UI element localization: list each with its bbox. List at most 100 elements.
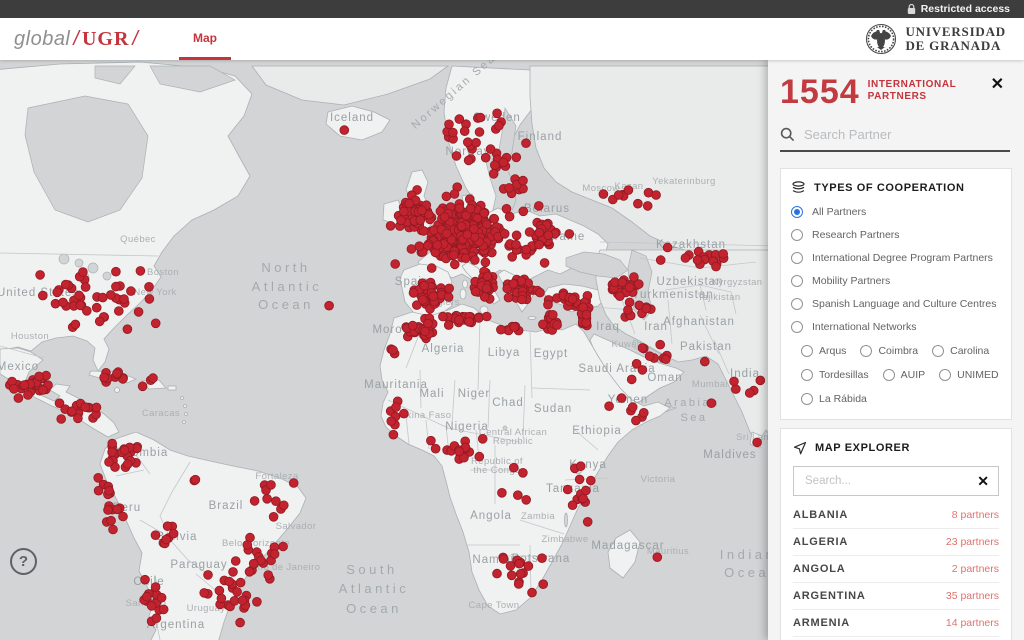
partner-dot[interactable] <box>481 153 490 162</box>
partner-dot[interactable] <box>582 318 591 327</box>
partner-dot[interactable] <box>442 229 451 238</box>
partner-dot[interactable] <box>498 488 507 497</box>
partner-dot[interactable] <box>112 282 121 291</box>
partner-dot[interactable] <box>113 505 122 514</box>
partner-dot[interactable] <box>233 588 242 597</box>
partner-dot[interactable] <box>104 506 113 515</box>
tab-map[interactable]: Map <box>179 18 231 60</box>
partner-dot[interactable] <box>204 571 213 580</box>
partner-dot[interactable] <box>516 569 525 578</box>
partner-search[interactable] <box>780 126 1010 152</box>
partner-dot[interactable] <box>236 578 245 587</box>
partner-dot[interactable] <box>141 575 150 584</box>
partner-dot[interactable] <box>215 586 224 595</box>
country-row-armenia[interactable]: ARMENIA14 partners <box>793 610 999 637</box>
university-logo[interactable]: UNIVERSIDAD DE GRANADA <box>865 23 1006 55</box>
global-ugr-logo[interactable]: global / UGR / <box>14 28 141 51</box>
partner-dot[interactable] <box>231 557 240 566</box>
partner-dot[interactable] <box>444 293 453 302</box>
radio-option-unimed[interactable]: UNIMED <box>939 369 998 381</box>
partner-dot[interactable] <box>634 199 643 208</box>
partner-dot[interactable] <box>427 264 436 273</box>
partner-dot[interactable] <box>539 320 548 329</box>
partner-dot[interactable] <box>200 589 209 598</box>
partner-dot[interactable] <box>440 213 449 222</box>
partner-dot[interactable] <box>515 559 524 568</box>
partner-dot[interactable] <box>628 403 637 412</box>
partner-dot[interactable] <box>113 369 122 378</box>
partner-dot[interactable] <box>169 529 178 538</box>
partner-dot[interactable] <box>20 381 29 390</box>
partner-dot[interactable] <box>512 240 521 249</box>
partner-dot[interactable] <box>599 190 608 199</box>
radio-option-spanish-language-and-culture-centres[interactable]: Spanish Language and Culture Centres <box>791 298 1001 310</box>
radio-icon[interactable] <box>801 369 813 381</box>
partner-dot[interactable] <box>514 580 523 589</box>
partner-dot[interactable] <box>98 293 107 302</box>
partner-dot[interactable] <box>614 191 623 200</box>
country-row-angola[interactable]: ANGOLA2 partners <box>793 556 999 583</box>
partner-dot[interactable] <box>464 156 473 165</box>
partner-dot[interactable] <box>486 145 495 154</box>
partner-dot[interactable] <box>540 259 549 268</box>
partner-dot[interactable] <box>420 281 429 290</box>
partner-dot[interactable] <box>475 452 484 461</box>
partner-dot[interactable] <box>386 221 395 230</box>
partner-dot[interactable] <box>476 113 485 122</box>
partner-dot[interactable] <box>152 614 161 623</box>
partner-dot[interactable] <box>536 288 545 297</box>
partner-dot[interactable] <box>693 256 702 265</box>
partner-dot[interactable] <box>460 127 469 136</box>
partner-dot[interactable] <box>575 475 584 484</box>
partner-dot[interactable] <box>495 121 504 130</box>
partner-dot[interactable] <box>510 323 519 332</box>
partner-dot[interactable] <box>471 287 480 296</box>
partner-dot[interactable] <box>61 280 70 289</box>
partner-dot[interactable] <box>565 230 574 239</box>
radio-option-mobility-partners[interactable]: Mobility Partners <box>791 275 1001 287</box>
partner-dot[interactable] <box>645 352 654 361</box>
partner-dot[interactable] <box>480 209 489 218</box>
partner-dot[interactable] <box>119 512 128 521</box>
radio-option-arqus[interactable]: Arqus <box>801 345 846 357</box>
partner-dot[interactable] <box>656 256 665 265</box>
partner-dot[interactable] <box>81 283 90 292</box>
partner-dot[interactable] <box>624 306 633 315</box>
partner-dot[interactable] <box>493 109 502 118</box>
partner-dot[interactable] <box>522 139 531 148</box>
partner-dot[interactable] <box>445 120 454 129</box>
partner-dot[interactable] <box>24 391 33 400</box>
partner-dot[interactable] <box>191 475 200 484</box>
explorer-search[interactable]: ✕ <box>793 466 999 496</box>
partner-dot[interactable] <box>14 394 23 403</box>
partner-dot[interactable] <box>75 291 84 300</box>
explorer-search-input[interactable] <box>803 474 977 488</box>
partner-dot[interactable] <box>269 512 278 521</box>
partner-dot[interactable] <box>100 373 109 382</box>
radio-option-la-r-bida[interactable]: La Rábida <box>801 393 867 405</box>
partner-dot[interactable] <box>463 138 472 147</box>
partner-dot[interactable] <box>59 298 68 307</box>
partner-dot[interactable] <box>539 580 548 589</box>
partner-dot[interactable] <box>105 486 114 495</box>
partner-dot[interactable] <box>518 295 527 304</box>
partner-dot[interactable] <box>134 308 143 317</box>
partner-dot[interactable] <box>576 462 585 471</box>
radio-icon[interactable] <box>801 345 813 357</box>
partner-dot[interactable] <box>544 231 553 240</box>
partner-dot[interactable] <box>624 186 633 195</box>
radio-icon[interactable] <box>883 369 895 381</box>
partner-dot[interactable] <box>264 571 273 580</box>
radio-icon[interactable] <box>791 321 803 333</box>
partner-dot[interactable] <box>289 479 298 488</box>
partner-dot[interactable] <box>519 207 528 216</box>
partner-dot[interactable] <box>162 535 171 544</box>
partner-dot[interactable] <box>756 376 765 385</box>
partner-dot[interactable] <box>267 481 276 490</box>
partner-dot[interactable] <box>389 346 398 355</box>
partner-dot[interactable] <box>528 588 537 597</box>
partner-dot[interactable] <box>538 554 547 563</box>
radio-option-all-partners[interactable]: All Partners <box>791 206 1001 218</box>
partner-dot[interactable] <box>429 292 438 301</box>
partner-dot[interactable] <box>92 403 101 412</box>
